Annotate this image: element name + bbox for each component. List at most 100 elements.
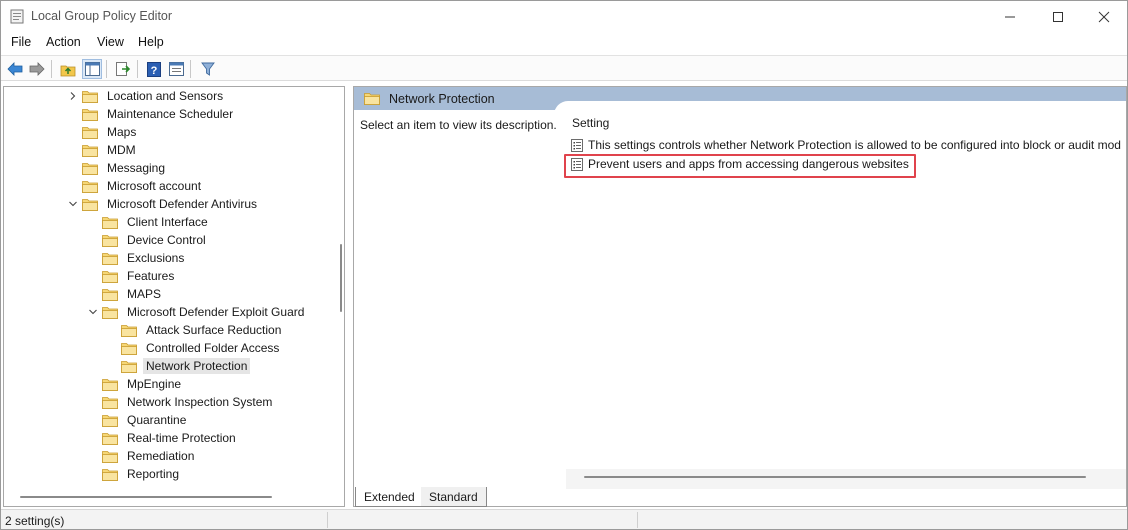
back-button[interactable] bbox=[5, 59, 25, 79]
maximize-button[interactable] bbox=[1035, 1, 1081, 32]
menu-file[interactable]: File bbox=[11, 35, 31, 49]
folder-icon bbox=[121, 324, 137, 337]
menu-help[interactable]: Help bbox=[138, 35, 164, 49]
details-pane: Network Protection Select an item to vie… bbox=[353, 86, 1127, 507]
tree-item-label: Microsoft Defender Exploit Guard bbox=[127, 305, 305, 319]
chevron-down-icon[interactable] bbox=[68, 199, 78, 209]
tree-item-label: Network Protection bbox=[143, 358, 251, 374]
console-tree[interactable]: Location and Sensors Maintenance Schedule… bbox=[3, 86, 345, 507]
tree-item-label: MpEngine bbox=[127, 377, 182, 391]
folder-icon bbox=[102, 450, 118, 463]
details-header-title: Network Protection bbox=[389, 92, 495, 106]
details-scroll-area bbox=[566, 469, 1126, 489]
tab-label: Extended bbox=[364, 489, 415, 504]
folder-icon bbox=[102, 468, 118, 481]
tree-item[interactable]: MAPS bbox=[102, 285, 164, 303]
description-text: Select an item to view its description. bbox=[360, 118, 557, 132]
setting-row[interactable]: This settings controls whether Network P… bbox=[571, 136, 1121, 154]
properties-button[interactable] bbox=[166, 59, 186, 79]
folder-icon bbox=[102, 234, 118, 247]
tree-item-label: MDM bbox=[107, 143, 136, 157]
folder-icon bbox=[82, 162, 98, 175]
tree-item[interactable]: Network Protection bbox=[121, 357, 251, 375]
forward-arrow-icon bbox=[29, 62, 45, 76]
group-policy-editor-window: Local Group Policy Editor File Action Vi… bbox=[0, 0, 1128, 530]
up-folder-icon bbox=[60, 65, 76, 76]
setting-label: This settings controls whether Network P… bbox=[588, 138, 1121, 152]
tree-item[interactable]: Controlled Folder Access bbox=[121, 339, 282, 357]
tree-item-label: Remediation bbox=[127, 449, 195, 463]
tree-item[interactable]: Real-time Protection bbox=[102, 429, 239, 447]
folder-icon bbox=[121, 342, 137, 355]
status-bar: 2 setting(s) bbox=[1, 509, 1127, 529]
tree-item[interactable]: Device Control bbox=[102, 231, 209, 249]
tab-standard[interactable]: Standard bbox=[421, 487, 487, 507]
tree-item[interactable]: Exclusions bbox=[102, 249, 187, 267]
menu-action[interactable]: Action bbox=[46, 35, 81, 49]
tree-item[interactable]: Client Interface bbox=[102, 213, 211, 231]
tree-item[interactable]: Network Inspection System bbox=[102, 393, 275, 411]
tree-item[interactable]: Location and Sensors bbox=[70, 87, 226, 105]
folder-icon bbox=[82, 198, 98, 211]
show-hide-console-tree-button[interactable] bbox=[82, 59, 102, 79]
folder-icon bbox=[82, 126, 98, 139]
export-list-button[interactable] bbox=[113, 59, 133, 79]
filter-button[interactable] bbox=[198, 59, 218, 79]
tree-item[interactable]: Microsoft Defender Antivirus bbox=[69, 195, 260, 213]
toolbar-separator bbox=[137, 60, 138, 78]
folder-icon bbox=[102, 252, 118, 265]
help-button[interactable]: ? bbox=[144, 59, 164, 79]
tree-item-label: Attack Surface Reduction bbox=[146, 323, 282, 337]
tree-item[interactable]: Microsoft account bbox=[82, 177, 204, 195]
close-button[interactable] bbox=[1081, 1, 1127, 32]
tree-item[interactable]: Remediation bbox=[102, 447, 197, 465]
folder-icon bbox=[82, 180, 98, 193]
folder-icon bbox=[121, 360, 137, 373]
tree-item[interactable]: Reporting bbox=[102, 465, 182, 483]
folder-icon bbox=[364, 93, 380, 105]
tree-item[interactable]: MpEngine bbox=[102, 375, 184, 393]
tree-item[interactable]: Microsoft Defender Exploit Guard bbox=[89, 303, 307, 321]
title-bar[interactable]: Local Group Policy Editor bbox=[1, 1, 1127, 32]
tree-item[interactable]: Messaging bbox=[82, 159, 168, 177]
tree-item-label: Device Control bbox=[127, 233, 206, 247]
tree-item-label: Client Interface bbox=[127, 215, 208, 229]
tree-item-label: Network Inspection System bbox=[127, 395, 273, 409]
menu-bar: File Action View Help bbox=[1, 33, 1127, 53]
tree-item[interactable]: Quarantine bbox=[102, 411, 189, 429]
window-title: Local Group Policy Editor bbox=[31, 9, 173, 23]
tab-extended[interactable]: Extended bbox=[355, 487, 424, 507]
tree-item-label: Controlled Folder Access bbox=[146, 341, 280, 355]
details-horizontal-scrollbar[interactable] bbox=[584, 476, 1086, 478]
view-tabs: Extended Standard bbox=[353, 487, 1127, 507]
setting-column-header[interactable]: Setting bbox=[572, 116, 609, 130]
tree-horizontal-scrollbar[interactable] bbox=[20, 496, 272, 498]
status-divider bbox=[327, 512, 328, 528]
folder-icon bbox=[102, 432, 118, 445]
folder-icon bbox=[82, 144, 98, 157]
highlight-annotation bbox=[564, 154, 916, 178]
tree-item-label: Exclusions bbox=[127, 251, 185, 265]
maximize-icon bbox=[1053, 11, 1063, 22]
chevron-right-icon[interactable] bbox=[68, 91, 78, 101]
svg-text:?: ? bbox=[151, 65, 158, 77]
forward-button[interactable] bbox=[27, 59, 47, 79]
tree-item-label: MAPS bbox=[127, 287, 162, 301]
folder-icon bbox=[102, 216, 118, 229]
minimize-button[interactable] bbox=[987, 1, 1033, 32]
tree-item-label: Microsoft Defender Antivirus bbox=[107, 197, 258, 211]
chevron-down-icon[interactable] bbox=[88, 307, 98, 317]
toolbar-separator bbox=[106, 60, 107, 78]
tree-item[interactable]: Maps bbox=[82, 123, 139, 141]
folder-icon bbox=[102, 414, 118, 427]
menu-view[interactable]: View bbox=[97, 35, 124, 49]
tree-item[interactable]: MDM bbox=[82, 141, 139, 159]
tree-item-label: Real-time Protection bbox=[127, 431, 236, 445]
header-divider bbox=[554, 101, 1126, 121]
up-one-level-button[interactable] bbox=[58, 59, 78, 79]
tree-item[interactable]: Features bbox=[102, 267, 177, 285]
minimize-icon bbox=[1005, 16, 1015, 17]
tree-vertical-scrollbar[interactable] bbox=[340, 244, 342, 312]
tree-item[interactable]: Maintenance Scheduler bbox=[82, 105, 236, 123]
tree-item[interactable]: Attack Surface Reduction bbox=[121, 321, 284, 339]
